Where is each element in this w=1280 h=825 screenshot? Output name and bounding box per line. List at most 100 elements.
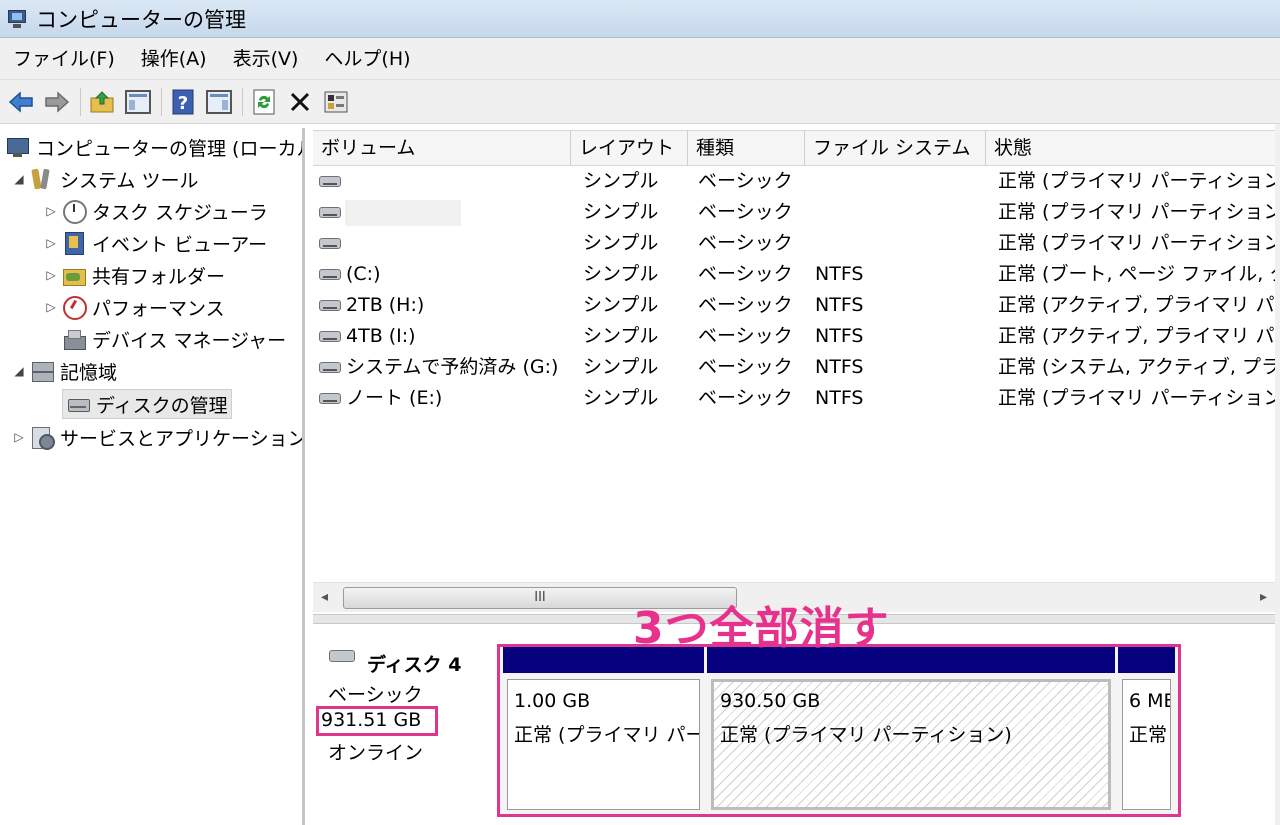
column-header-volume[interactable]: ボリューム [313, 131, 571, 165]
volume-file-system [815, 166, 986, 197]
folder-up-icon [90, 90, 114, 112]
collapsed-arrow-icon[interactable]: ▷ [44, 268, 58, 282]
volume-status: 正常 (アクティブ, プライマリ パーティション) [998, 325, 1275, 347]
forward-button[interactable] [42, 87, 72, 117]
clock-icon [62, 199, 87, 224]
tree-item-performance[interactable]: ▷ パフォーマンス [44, 292, 225, 322]
volume-file-system [815, 228, 986, 259]
scroll-left-icon[interactable]: ◂ [321, 589, 328, 605]
volume-drive-icon [319, 176, 341, 187]
volume-drive-icon [319, 300, 341, 311]
console-tree-icon [125, 89, 151, 114]
volume-file-system [815, 197, 986, 228]
volume-row[interactable]: シンプル ベーシック 正常 (プライマリ パーティション) [313, 228, 1275, 259]
partition-2[interactable]: 930.50 GB 正常 (プライマリ パーティション) [707, 647, 1115, 814]
tree-item-storage[interactable]: ◢ 記憶域 [12, 356, 117, 386]
console-tree: コンピューターの管理 (ローカル) ◢ システム ツール ▷ タスク スケジュー… [0, 128, 305, 825]
expanded-arrow-icon[interactable]: ◢ [12, 364, 26, 378]
show-hide-action-pane-button[interactable] [204, 87, 234, 117]
scroll-right-icon[interactable]: ▸ [1260, 589, 1267, 605]
tree-item-label: サービスとアプリケーション [60, 427, 305, 450]
disk-drive-icon [329, 650, 355, 662]
partition-status: 正常 (プライマリ パーティション) [720, 724, 1012, 746]
tree-item-device-manager[interactable]: デバイス マネージャー [62, 324, 286, 354]
menu-help[interactable]: ヘルプ(H) [311, 38, 423, 80]
tree-item-task-scheduler[interactable]: ▷ タスク スケジューラ [44, 196, 268, 226]
toolbar-separator [242, 87, 243, 116]
tree-item-system-tools[interactable]: ◢ システム ツール [12, 164, 198, 194]
shared-folder-icon [62, 263, 86, 287]
volume-row[interactable]: ノート (E:) シンプル ベーシック NTFS 正常 (プライマリ パーティション) [313, 383, 1275, 414]
tree-item-event-viewer[interactable]: ▷ イベント ビューアー [44, 228, 267, 258]
volume-file-system: NTFS [815, 294, 864, 316]
help-button[interactable]: ? [168, 87, 198, 117]
volume-row[interactable]: (C:) シンプル ベーシック NTFS 正常 (ブート, ページ ファイル, クラッシ… [313, 259, 1275, 290]
collapsed-arrow-icon[interactable]: ▷ [12, 430, 26, 444]
tree-item-label: 記憶域 [60, 361, 118, 384]
svg-text:?: ? [178, 93, 188, 114]
menu-file[interactable]: ファイル(F) [0, 38, 128, 80]
volume-status: 正常 (プライマリ パーティション) [998, 387, 1275, 409]
volume-row[interactable]: シンプル ベーシック 正常 (プライマリ パーティション) [313, 197, 1275, 228]
window-title: コンピューターの管理 [36, 7, 246, 32]
volume-drive-icon [319, 207, 341, 218]
tree-item-computer-management[interactable]: コンピューターの管理 (ローカル) [6, 132, 302, 162]
tree-item-label: パフォーマンス [92, 297, 225, 320]
partition-1[interactable]: 1.00 GB 正常 (プライマリ パーティション) [503, 647, 704, 814]
properties-button[interactable] [321, 87, 351, 117]
column-header-layout[interactable]: レイアウト [571, 131, 688, 165]
volume-type: ベーシック [698, 263, 793, 285]
partition-3[interactable]: 6 MB 正常 [1118, 647, 1175, 814]
column-header-status[interactable]: 状態 [986, 131, 1275, 165]
volume-type: ベーシック [698, 232, 793, 254]
menu-view[interactable]: 表示(V) [220, 38, 312, 80]
volume-type: ベーシック [698, 356, 793, 378]
volume-name: ノート (E:) [346, 387, 443, 409]
volume-row[interactable]: 2TB (H:) シンプル ベーシック NTFS 正常 (アクティブ, プライマリ パー… [313, 290, 1275, 321]
disk-info-panel[interactable]: ディスク 4 ベーシック 931.51 GB オンライン [313, 626, 495, 825]
collapsed-arrow-icon[interactable]: ▷ [44, 300, 58, 314]
tree-item-disk-management[interactable]: ディスクの管理 [62, 389, 232, 419]
collapsed-arrow-icon[interactable]: ▷ [44, 204, 58, 218]
volume-status: 正常 (プライマリ パーティション) [998, 201, 1275, 223]
expanded-arrow-icon[interactable]: ◢ [12, 172, 26, 186]
disk-state: オンライン [328, 742, 424, 764]
volume-row[interactable]: システムで予約済み (G:) シンプル ベーシック NTFS 正常 (システム, アクテ… [313, 352, 1275, 383]
column-header-file-system[interactable]: ファイル システム [805, 131, 986, 165]
refresh-button[interactable] [249, 87, 279, 117]
delete-x-icon [290, 92, 310, 111]
volume-file-system: NTFS [815, 325, 864, 347]
partition-group-highlight: 1.00 GB 正常 (プライマリ パーティション) 930.50 GB 正常 … [497, 644, 1181, 817]
tree-item-label: システム ツール [60, 169, 199, 192]
tree-item-services-applications[interactable]: ▷ サービスとアプリケーション [12, 422, 305, 452]
volume-row[interactable]: シンプル ベーシック 正常 (プライマリ パーティション) [313, 166, 1275, 197]
forward-arrow-icon [45, 90, 70, 113]
volume-name: 4TB (I:) [346, 325, 416, 347]
volume-row[interactable]: 4TB (I:) シンプル ベーシック NTFS 正常 (アクティブ, プライマリ パー… [313, 321, 1275, 352]
volume-drive-icon [319, 393, 341, 404]
show-hide-console-tree-button[interactable] [123, 87, 153, 117]
volume-status: 正常 (ブート, ページ ファイル, クラッシュ ダンプ) [998, 263, 1275, 285]
back-button[interactable] [6, 87, 36, 117]
annotation-text: 3つ全部消す [633, 603, 890, 654]
up-one-level-button[interactable] [87, 87, 117, 117]
partition-status: 正常 [1129, 724, 1168, 746]
partition-size: 930.50 GB [720, 690, 821, 712]
tree-item-shared-folders[interactable]: ▷ 共有フォルダー [44, 260, 225, 290]
disk-type: ベーシック [328, 684, 423, 706]
toolbar-separator [161, 87, 162, 116]
volume-type: ベーシック [698, 387, 793, 409]
delete-button[interactable] [285, 87, 315, 117]
column-header-type[interactable]: 種類 [688, 131, 805, 165]
partition-size: 6 MB [1129, 690, 1170, 712]
tools-icon [30, 167, 54, 191]
menu-action[interactable]: 操作(A) [128, 38, 220, 80]
partition-body: 6 MB 正常 [1122, 679, 1171, 810]
partition-body-selected: 930.50 GB 正常 (プライマリ パーティション) [711, 679, 1111, 810]
collapsed-arrow-icon[interactable]: ▷ [44, 236, 58, 250]
volume-layout: シンプル [583, 325, 659, 347]
volume-type: ベーシック [698, 170, 793, 192]
volume-name: システムで予約済み (G:) [346, 356, 559, 378]
event-viewer-icon [62, 231, 86, 255]
volume-name [346, 197, 571, 228]
